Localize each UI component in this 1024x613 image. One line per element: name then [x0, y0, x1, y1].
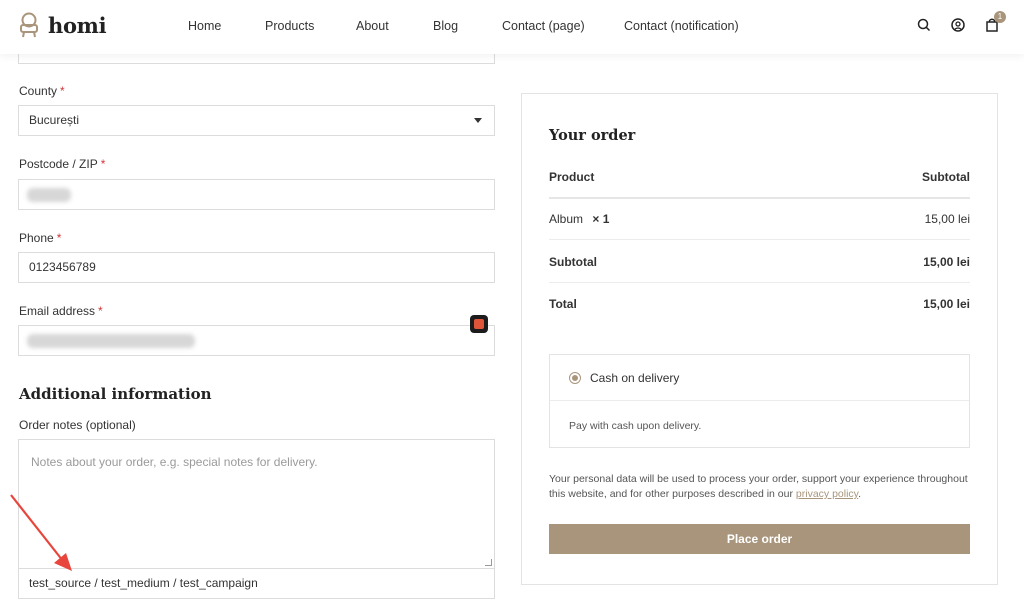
county-label: County * — [19, 84, 65, 98]
postcode-field[interactable] — [18, 179, 495, 210]
header-icons: 1 — [916, 11, 1006, 33]
county-value: București — [29, 113, 80, 127]
nav-about[interactable]: About — [356, 19, 389, 33]
email-label-text: Email address — [19, 304, 96, 318]
order-item-row: Album × 1 15,00 lei — [549, 212, 970, 226]
nav-contact-notification[interactable]: Contact (notification) — [624, 19, 739, 33]
dropdown-arrow-icon — [474, 118, 482, 123]
subtotal-row: Subtotal 15,00 lei — [549, 255, 970, 269]
email-field[interactable] — [18, 325, 495, 356]
divider — [549, 282, 970, 283]
cart-count-badge: 1 — [994, 11, 1006, 23]
utm-source-field[interactable]: test_source / test_medium / test_campaig… — [18, 568, 495, 599]
subtotal-label: Subtotal — [549, 255, 597, 269]
phone-label: Phone * — [19, 231, 61, 245]
total-row: Total 15,00 lei — [549, 297, 970, 311]
privacy-text: Your personal data will be used to proce… — [549, 473, 968, 500]
col-subtotal: Subtotal — [922, 170, 970, 184]
site-header: homi Home Products About Blog Contact (p… — [0, 0, 1024, 54]
required-mark: * — [100, 157, 106, 171]
county-label-text: County — [19, 84, 58, 98]
payment-method-label: Cash on delivery — [590, 371, 680, 385]
payment-description: Pay with cash upon delivery. — [569, 420, 702, 432]
resize-handle-icon[interactable] — [485, 559, 492, 566]
order-table-header: Product Subtotal — [549, 170, 970, 184]
nav-home[interactable]: Home — [188, 19, 221, 33]
redacted-value — [27, 334, 195, 348]
divider — [549, 197, 970, 199]
cart-icon[interactable]: 1 — [984, 11, 1006, 33]
redacted-value — [27, 188, 71, 202]
privacy-notice: Your personal data will be used to proce… — [549, 473, 968, 500]
email-label: Email address * — [19, 304, 103, 318]
nav-contact-page[interactable]: Contact (page) — [502, 19, 585, 33]
phone-field[interactable]: 0123456789 — [18, 252, 495, 283]
search-icon[interactable] — [916, 17, 932, 33]
payment-methods: Cash on delivery Pay with cash upon deli… — [549, 354, 970, 448]
phone-label-text: Phone — [19, 231, 54, 245]
nav-blog[interactable]: Blog — [433, 19, 458, 33]
radio-selected-icon[interactable] — [569, 372, 581, 384]
required-mark: * — [56, 231, 62, 245]
nav-products[interactable]: Products — [265, 19, 314, 33]
place-order-button[interactable]: Place order — [549, 524, 970, 554]
account-icon[interactable] — [950, 17, 966, 33]
col-product: Product — [549, 170, 595, 184]
subtotal-value: 15,00 lei — [923, 255, 970, 269]
order-notes-textarea[interactable]: Notes about your order, e.g. special not… — [18, 439, 495, 569]
item-total: 15,00 lei — [924, 212, 970, 226]
order-title: Your order — [549, 127, 636, 144]
postcode-label-text: Postcode / ZIP — [19, 157, 98, 171]
total-value: 15,00 lei — [923, 297, 970, 311]
required-mark: * — [60, 84, 65, 98]
divider — [549, 239, 970, 240]
item-name: Album — [549, 212, 584, 226]
order-review: Your order Product Subtotal Album × 1 15… — [521, 93, 998, 585]
order-notes-placeholder: Notes about your order, e.g. special not… — [31, 455, 318, 469]
main-nav: Home Products About Blog Contact (page) … — [0, 19, 1024, 35]
payment-option-cod[interactable]: Cash on delivery — [550, 355, 969, 401]
county-select[interactable]: București — [18, 105, 495, 136]
additional-info-title: Additional information — [19, 385, 212, 403]
required-mark: * — [98, 304, 103, 318]
autofill-extension-icon[interactable] — [470, 315, 488, 333]
privacy-policy-link[interactable]: privacy policy — [796, 488, 858, 500]
phone-value: 0123456789 — [29, 260, 96, 274]
total-label: Total — [549, 297, 577, 311]
item-qty: × 1 — [592, 212, 610, 226]
order-notes-label: Order notes (optional) — [19, 418, 136, 432]
postcode-label: Postcode / ZIP * — [19, 157, 105, 171]
